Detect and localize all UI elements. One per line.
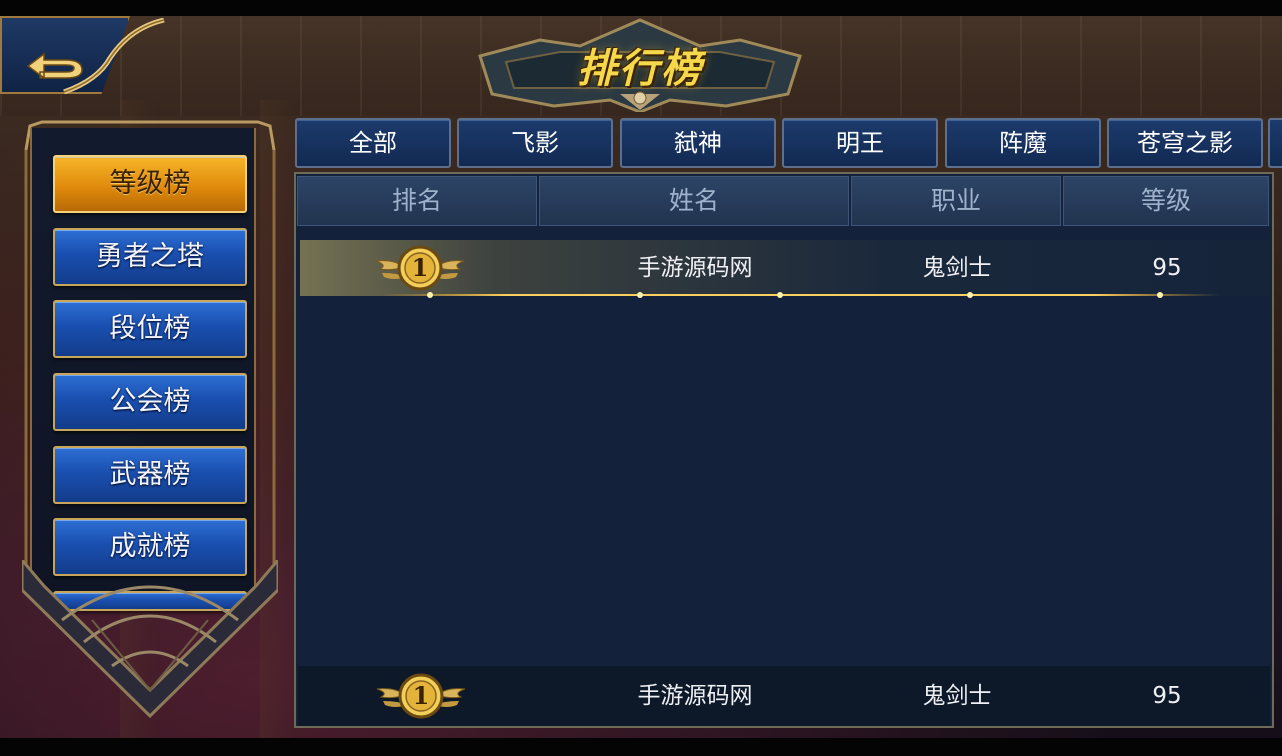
player-name: 手游源码网 — [637, 255, 753, 281]
sidebar-item-tier-ranking[interactable]: 段位榜 — [53, 300, 247, 358]
back-button-ornament — [63, 18, 165, 94]
my-rank-row: 1 手游源码网 鬼剑士 95 — [298, 666, 1270, 726]
column-header-class: 职业 — [851, 176, 1061, 226]
sidebar-item-weapon-ranking[interactable]: 武器榜 — [53, 446, 247, 504]
page-title: 排行榜 — [577, 46, 703, 92]
bottom-letterbox-bar — [0, 738, 1282, 756]
tab-cangqiong-zhiying[interactable]: 苍穹之影 — [1107, 118, 1263, 168]
rank-sparkle-effect — [380, 292, 1220, 298]
table-row[interactable]: 1 手游源码网 鬼剑士 95 — [300, 240, 1270, 296]
sidebar-item-level-ranking[interactable]: 等级榜 — [53, 155, 247, 213]
tab-mingwang[interactable]: 明王 — [782, 118, 938, 168]
my-player-level: 95 — [1152, 683, 1182, 709]
rank-number: 1 — [411, 253, 429, 282]
column-header-name: 姓名 — [539, 176, 849, 226]
game-scene: 排行榜 等级榜 勇者之塔 段位榜 公会榜 武器榜 成就榜 全部 飞影 弑神 明王… — [0, 0, 1282, 756]
title-banner: 排行榜 — [470, 16, 810, 112]
column-header-level: 等级 — [1063, 176, 1269, 226]
sidebar-item-guild-ranking[interactable]: 公会榜 — [53, 373, 247, 431]
column-header-rank: 排名 — [297, 176, 537, 226]
sidebar-bottom-ornament — [22, 560, 278, 719]
sidebar-item-hero-tower[interactable]: 勇者之塔 — [53, 228, 247, 286]
tab-all[interactable]: 全部 — [295, 118, 451, 168]
my-player-class: 鬼剑士 — [922, 683, 992, 709]
player-level: 95 — [1152, 255, 1182, 281]
tab-feiying[interactable]: 飞影 — [457, 118, 613, 168]
top-letterbox-bar — [0, 0, 1282, 16]
tab-overflow[interactable] — [1268, 118, 1282, 168]
tab-zhenmo[interactable]: 阵魔 — [945, 118, 1101, 168]
tab-shishen[interactable]: 弑神 — [620, 118, 776, 168]
my-rank-number: 1 — [412, 681, 430, 710]
player-class: 鬼剑士 — [922, 255, 992, 281]
my-player-name: 手游源码网 — [637, 683, 753, 709]
